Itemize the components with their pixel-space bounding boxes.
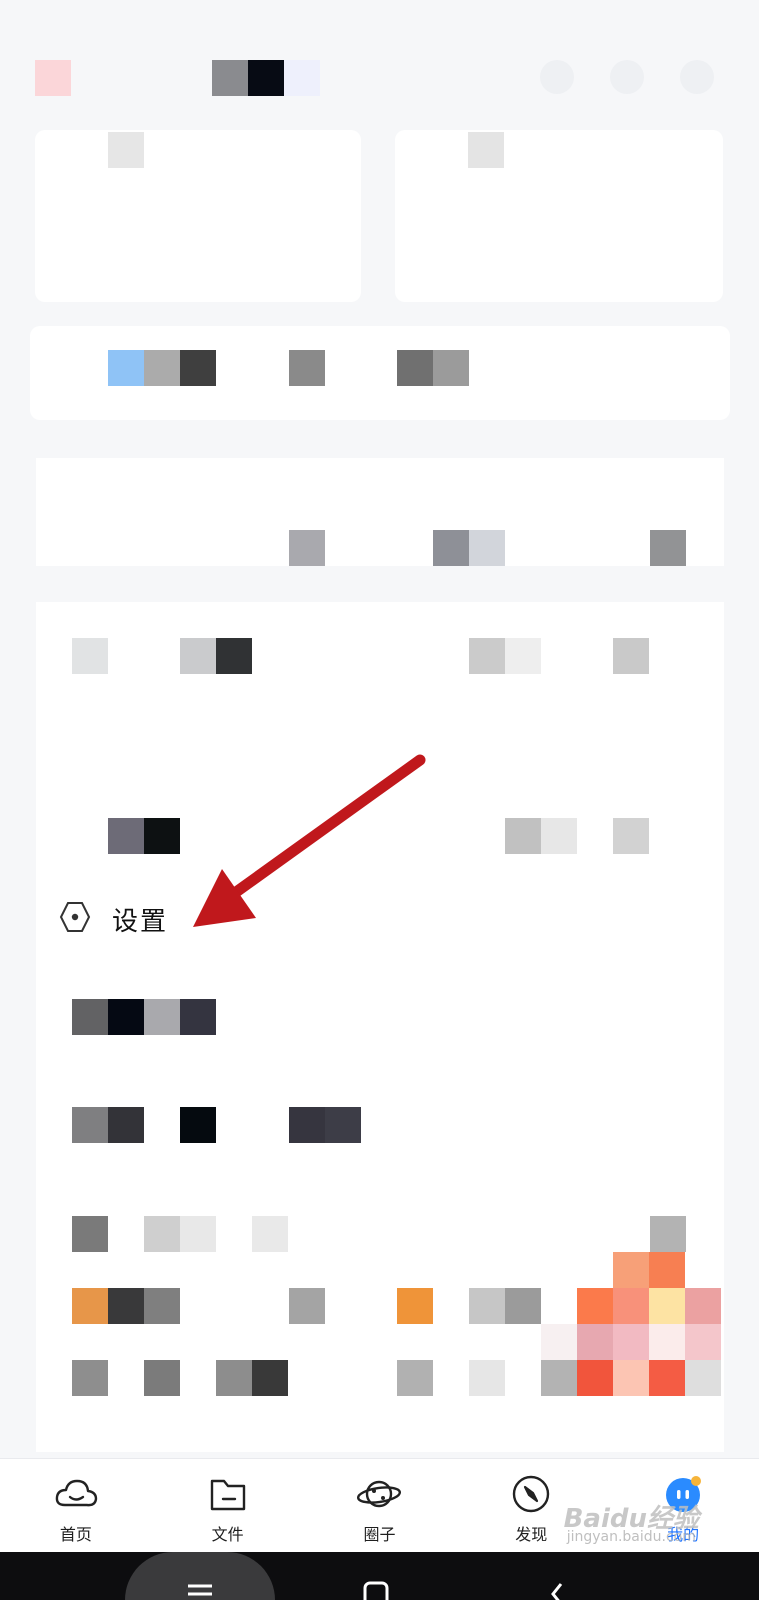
menu-item-blur[interactable] [289,1288,325,1324]
nav-item-circle[interactable]: 圈子 [319,1459,439,1545]
menu-item-blur[interactable] [144,818,180,854]
storage-card-right[interactable] [395,130,723,302]
menu-item-blur[interactable] [613,818,649,854]
header-icon-1[interactable] [540,60,574,94]
menu-item-blur[interactable] [180,1107,216,1143]
tool-icon-blur[interactable] [650,530,686,566]
menu-item-blur[interactable] [180,999,216,1035]
menu-item-blur[interactable] [397,1360,433,1396]
storage-card-right-blur [468,132,504,168]
back-chevron-icon[interactable] [545,1580,569,1600]
menu-lines-icon [188,1584,212,1596]
watermark-brand: Baidu经验 [563,1504,699,1534]
system-menu-button[interactable] [125,1552,275,1600]
watermark: Baidu经验 jingyan.baidu.com [563,1504,699,1546]
watermark-url: jingyan.baidu.com [566,1529,696,1545]
menu-item-blur[interactable] [469,1288,505,1324]
mascot-blur [685,1288,721,1324]
menu-item-blur[interactable] [144,999,180,1035]
menu-item-blur[interactable] [72,1216,108,1252]
header-avatar-blur[interactable] [35,60,71,96]
menu-item-blur[interactable] [216,1360,252,1396]
menu-item-blur[interactable] [289,1107,325,1143]
menu-item-blur[interactable] [144,1288,180,1324]
home-square-icon[interactable] [362,1580,392,1600]
member-banner-blur [180,350,216,386]
member-banner-blur [289,350,325,386]
menu-item-blur[interactable] [180,638,216,674]
mascot-blur [577,1288,613,1324]
menu-item-blur[interactable] [72,999,108,1035]
settings-label: 设置 [112,906,169,937]
menu-item-blur[interactable] [613,638,649,674]
menu-item-blur[interactable] [108,1288,144,1324]
header-icon-2[interactable] [610,60,644,94]
header-username-blur [248,60,284,96]
hexagon-settings-icon [58,900,92,938]
menu-item-blur[interactable] [216,638,252,674]
tool-icon-blur[interactable] [433,530,469,566]
header-username-blur [212,60,248,96]
menu-item-blur[interactable] [144,1216,180,1252]
nav-label: 圈子 [363,1525,396,1544]
mascot-blur [577,1360,613,1396]
header-icon-3[interactable] [680,60,714,94]
nav-label: 首页 [59,1525,92,1544]
mascot-blur [685,1360,721,1396]
tool-icon-blur[interactable] [469,530,505,566]
storage-card-left[interactable] [35,130,361,302]
menu-item-blur[interactable] [469,638,505,674]
menu-item-blur[interactable] [541,1360,577,1396]
cloud-home-icon [55,1479,98,1507]
menu-item-blur[interactable] [72,1360,108,1396]
nav-label: 文件 [211,1525,244,1544]
member-banner-blur [397,350,433,386]
menu-item-blur[interactable] [252,1216,288,1252]
menu-item-blur[interactable] [505,638,541,674]
mascot-blur [649,1252,685,1288]
mascot-blur [649,1288,685,1324]
mascot-blur [685,1324,721,1360]
planet-icon [357,1480,402,1508]
menu-item-blur[interactable] [541,818,577,854]
settings-menu-item[interactable]: 设置 [58,900,168,938]
tool-icon-blur[interactable] [289,530,325,566]
menu-item-blur[interactable] [505,1288,541,1324]
menu-item-blur[interactable] [72,638,108,674]
storage-card-left-blur [108,132,144,168]
menu-item-blur[interactable] [108,999,144,1035]
header-username-blur [284,60,320,96]
member-banner-blur [108,350,144,386]
tools-card[interactable] [36,458,724,566]
compass-icon [513,1475,550,1513]
mascot-blur [613,1360,649,1396]
mascot-blur [649,1324,685,1360]
menu-item-blur[interactable] [72,1288,108,1324]
nav-item-files[interactable]: 文件 [168,1459,288,1545]
member-banner-blur [433,350,469,386]
menu-item-blur[interactable] [72,1107,108,1143]
nav-item-home[interactable]: 首页 [16,1459,136,1545]
mascot-blur [613,1252,649,1288]
menu-item-blur[interactable] [325,1107,361,1143]
menu-item-blur[interactable] [144,1360,180,1396]
mascot-blur [649,1360,685,1396]
menu-item-blur[interactable] [108,818,144,854]
mascot-blur [541,1324,577,1360]
menu-item-blur[interactable] [505,818,541,854]
menu-item-blur[interactable] [252,1360,288,1396]
menu-item-blur[interactable] [108,1107,144,1143]
menu-item-blur[interactable] [180,1216,216,1252]
mascot-blur [577,1324,613,1360]
folder-icon [210,1479,245,1511]
mascot-blur [613,1324,649,1360]
nav-label: 发现 [515,1525,548,1544]
menu-item-blur[interactable] [397,1288,433,1324]
menu-item-blur[interactable] [469,1360,505,1396]
menu-item-blur [650,1216,686,1252]
mascot-blur [613,1288,649,1324]
member-banner-blur [144,350,180,386]
